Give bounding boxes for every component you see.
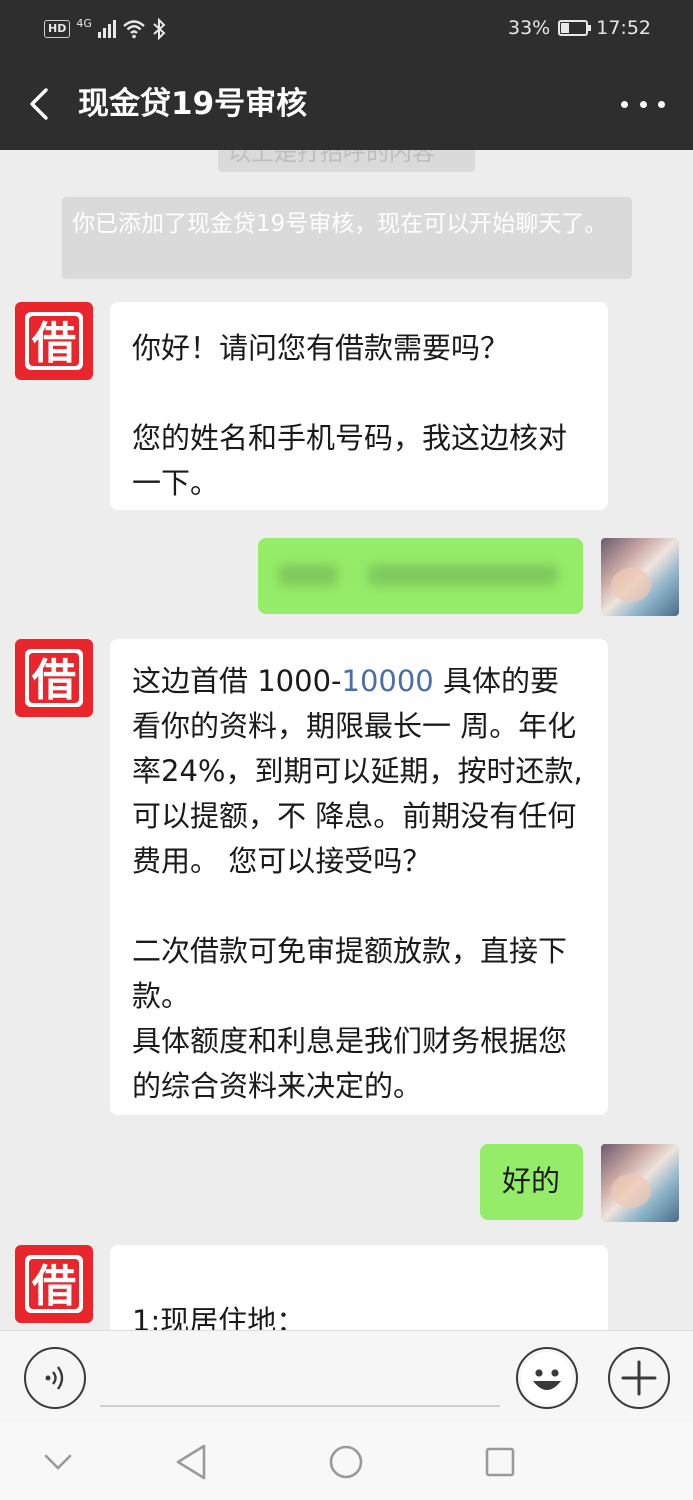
contact-avatar[interactable]: 借 [15, 302, 93, 380]
navigation-bar [0, 1422, 693, 1500]
plus-icon[interactable] [608, 1347, 670, 1409]
message-bubble-incoming[interactable]: 1:现居住地： [110, 1245, 608, 1330]
contact-avatar[interactable]: 借 [15, 639, 93, 717]
message-bubble-outgoing[interactable]: 好的 [480, 1144, 583, 1220]
message-bubble-incoming[interactable]: 这边首借 1000-10000 具体的要看你的资料，期限最长一 周。年化率24%… [110, 639, 608, 1115]
more-options-icon[interactable] [621, 88, 665, 120]
title-bar: 现金贷19号审核 [0, 64, 693, 144]
voice-icon[interactable] [24, 1347, 86, 1409]
down-icon[interactable] [36, 1440, 80, 1484]
clock: 17:52 [596, 17, 651, 39]
recents-square-icon[interactable] [478, 1440, 522, 1484]
jie-logo-icon: 借 [25, 1255, 83, 1313]
contact-avatar[interactable]: 借 [15, 1245, 93, 1323]
bluetooth-icon [153, 18, 166, 40]
back-arrow-icon[interactable] [22, 84, 58, 124]
svg-text:借: 借 [31, 1261, 76, 1312]
message-bubble-incoming[interactable]: 你好！请问您有借款需要吗？ 您的姓名和手机号码，我这边核对一下。 [110, 302, 608, 510]
svg-text:借: 借 [31, 655, 76, 706]
input-bar [0, 1330, 693, 1422]
message-text: 这边首借 1000-10000 具体的要看你的资料，期限最长一 周。年化率24%… [132, 664, 583, 1103]
back-triangle-icon[interactable] [170, 1440, 214, 1484]
signal-icon [97, 20, 116, 38]
system-message: 以上是打招呼的内容 [218, 150, 475, 172]
number-link[interactable]: 10000 [342, 664, 434, 698]
battery-icon [558, 20, 592, 36]
message-text: 你好！请问您有借款需要吗？ 您的姓名和手机号码，我这边核对一下。 [132, 331, 568, 500]
chat-area[interactable]: 以上是打招呼的内容 你已添加了现金贷19号审核，现在可以开始聊天了。 借 你好！… [0, 150, 693, 1330]
message-text: 1:现居住地： [132, 1304, 306, 1330]
message-bubble-outgoing-blurred[interactable] [258, 538, 583, 614]
user-avatar[interactable] [601, 1144, 679, 1222]
chat-title: 现金贷19号审核 [78, 86, 308, 122]
jie-logo-icon: 借 [25, 312, 83, 370]
battery-percent: 33% [508, 17, 551, 39]
jie-logo-icon: 借 [25, 649, 83, 707]
message-input[interactable] [100, 1405, 500, 1407]
status-bar: HD 4G 33% 17:52 [0, 0, 693, 60]
message-text: 好的 [502, 1164, 561, 1198]
hd-badge: HD [44, 20, 71, 38]
home-circle-icon[interactable] [324, 1440, 368, 1484]
top-bar: HD 4G 33% 17:52 现金贷19号审核 [0, 0, 693, 150]
svg-text:借: 借 [31, 318, 76, 369]
system-message-added: 你已添加了现金贷19号审核，现在可以开始聊天了。 [62, 197, 632, 279]
wifi-icon [123, 20, 145, 39]
user-avatar[interactable] [601, 538, 679, 616]
network-type: 4G [76, 16, 92, 30]
emoji-icon[interactable] [516, 1347, 578, 1409]
